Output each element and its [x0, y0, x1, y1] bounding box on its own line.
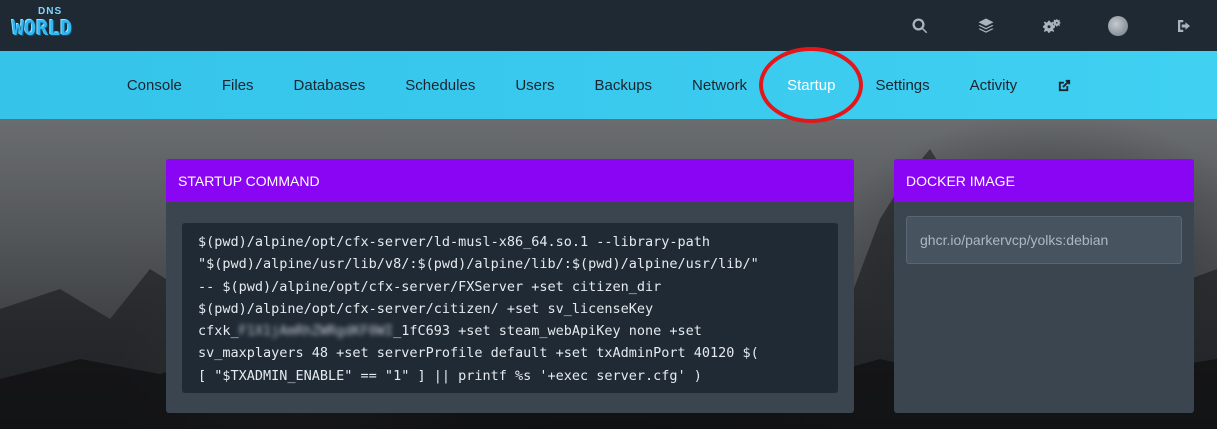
command-line: $(pwd)/alpine/opt/cfx-server/ld-musl-x86… — [198, 234, 711, 250]
tab-backups[interactable]: Backups — [575, 51, 673, 119]
tab-files[interactable]: Files — [202, 51, 274, 119]
redacted-license-key: F1X1jAmRhZWRgdKF0WI — [238, 323, 394, 340]
command-line-suffix: _1fC693 +set steam_webApiKey none +set — [393, 323, 702, 340]
avatar — [1108, 15, 1128, 36]
tab-users[interactable]: Users — [495, 51, 574, 119]
server-subnav: Console Files Databases Schedules Users … — [0, 51, 1217, 119]
command-line: $(pwd)/alpine/opt/cfx-server/citizen/ +s… — [198, 300, 654, 317]
command-line-prefix: cfxk_ — [198, 323, 239, 340]
search-button[interactable] — [887, 0, 953, 51]
startup-command-title: STARTUP COMMAND — [166, 159, 854, 202]
search-icon — [912, 17, 928, 33]
command-line: [ "$TXADMIN_ENABLE" == "1" ] || printf %… — [198, 367, 702, 384]
command-line: sv_maxplayers 48 +set serverProfile defa… — [198, 345, 759, 362]
docker-image-panel: DOCKER IMAGE ghcr.io/parkervcp/yolks:deb… — [894, 159, 1194, 413]
account-button[interactable] — [1085, 0, 1151, 51]
startup-command-text: $(pwd)/alpine/opt/cfx-server/ld-musl-x86… — [182, 223, 838, 393]
top-icons — [887, 0, 1217, 51]
tab-network[interactable]: Network — [672, 51, 767, 119]
startup-command-panel: STARTUP COMMAND $(pwd)/alpine/opt/cfx-se… — [166, 159, 854, 413]
cogs-icon — [1043, 18, 1061, 33]
sign-out-icon — [1178, 19, 1190, 32]
layers-icon — [978, 18, 994, 33]
command-line: -- $(pwd)/alpine/opt/cfx-server/FXServer… — [198, 278, 662, 295]
external-link-icon — [1059, 79, 1071, 91]
tab-settings[interactable]: Settings — [855, 51, 949, 119]
tab-activity[interactable]: Activity — [950, 51, 1038, 119]
command-line: "$(pwd)/alpine/usr/lib/v8/:$(pwd)/alpine… — [198, 256, 759, 273]
tab-startup[interactable]: Startup — [767, 51, 855, 119]
logout-button[interactable] — [1151, 0, 1217, 51]
subnav-links: Console Files Databases Schedules Users … — [107, 51, 1092, 119]
tab-console[interactable]: Console — [107, 51, 202, 119]
admin-button[interactable] — [1019, 0, 1085, 51]
tab-databases[interactable]: Databases — [274, 51, 386, 119]
docker-image-title: DOCKER IMAGE — [894, 159, 1194, 202]
tab-schedules[interactable]: Schedules — [385, 51, 495, 119]
brand-logo[interactable]: DNS WORLD — [12, 6, 98, 44]
docker-image-field[interactable]: ghcr.io/parkervcp/yolks:debian — [906, 216, 1182, 264]
external-link-button[interactable] — [1037, 51, 1092, 119]
servers-button[interactable] — [953, 0, 1019, 51]
top-navbar: DNS WORLD — [0, 0, 1217, 51]
logo-main-text: WORLD — [12, 16, 73, 40]
